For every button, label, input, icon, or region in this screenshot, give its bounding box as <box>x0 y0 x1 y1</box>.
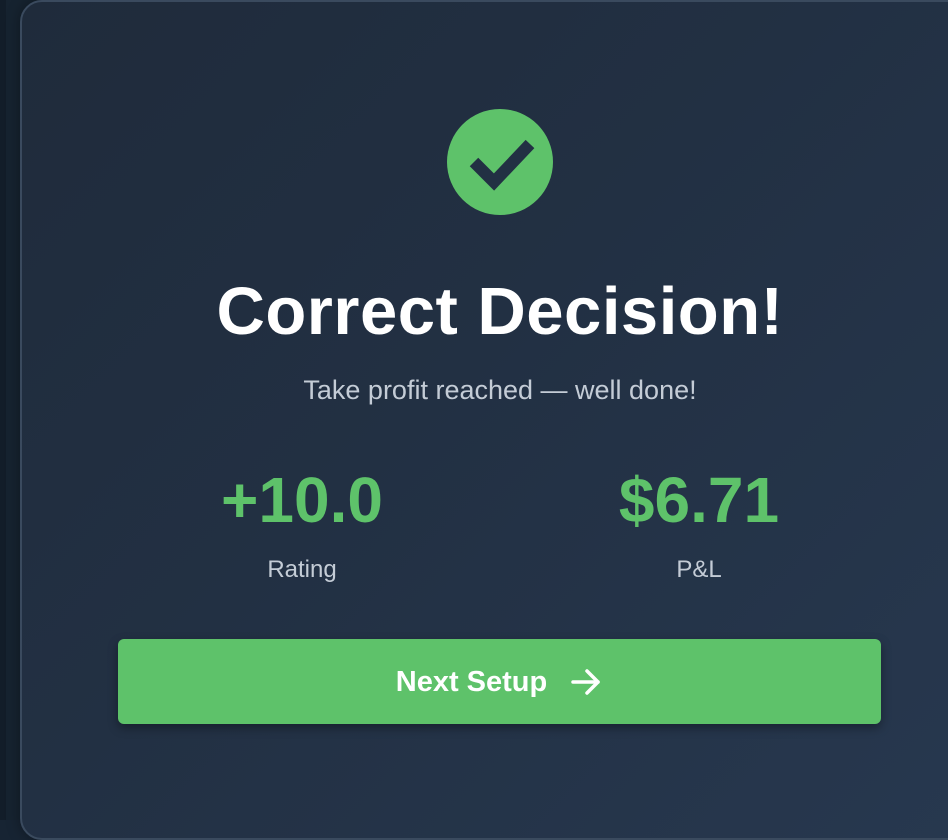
arrow-right-icon <box>571 668 600 695</box>
pnl-label: P&L <box>676 556 722 583</box>
checkmark-icon <box>469 139 535 191</box>
result-title: Correct Decision! <box>216 274 784 349</box>
rating-value: +10.0 <box>221 464 383 536</box>
pnl-value: $6.71 <box>618 464 780 536</box>
next-setup-label: Next Setup <box>395 665 548 698</box>
next-setup-button[interactable]: Next Setup <box>118 639 881 724</box>
rating-label: Rating <box>267 556 337 583</box>
pnl-stat: $6.71 P&L <box>569 462 829 584</box>
left-edge-strip <box>0 0 6 820</box>
result-subtitle: Take profit reached — well done! <box>303 375 697 405</box>
check-circle-icon <box>447 109 553 215</box>
rating-stat: +10.0 Rating <box>172 462 432 584</box>
